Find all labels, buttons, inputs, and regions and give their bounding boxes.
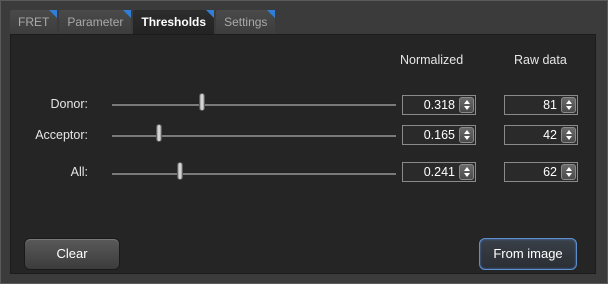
donor-normalized-spinbox[interactable]: 0.318	[402, 95, 476, 115]
donor-slider[interactable]	[112, 93, 396, 111]
slider-track	[112, 172, 396, 175]
tab-parameter[interactable]: Parameter	[59, 10, 132, 34]
all-raw-spinbox[interactable]: 62	[504, 162, 578, 182]
spinbox-value[interactable]: 81	[505, 96, 561, 114]
spin-arrows-icon[interactable]	[561, 127, 576, 143]
spin-arrows-icon[interactable]	[459, 164, 474, 180]
slider-thumb[interactable]	[199, 93, 206, 111]
tab-corner-icon	[206, 10, 215, 18]
acceptor-slider[interactable]	[112, 124, 396, 142]
slider-thumb[interactable]	[177, 162, 184, 180]
spinbox-value[interactable]: 0.165	[403, 126, 459, 144]
donor-label: Donor:	[50, 97, 88, 111]
spin-arrows-icon[interactable]	[459, 127, 474, 143]
normalized-column-header: Normalized	[400, 53, 464, 67]
spin-arrows-icon[interactable]	[459, 97, 474, 113]
tab-corner-icon	[267, 10, 276, 18]
spinbox-value[interactable]: 62	[505, 163, 561, 181]
spin-arrows-icon[interactable]	[561, 164, 576, 180]
slider-track	[112, 134, 396, 137]
spinbox-value[interactable]: 0.241	[403, 163, 459, 181]
tab-thresholds-label: Thresholds	[141, 15, 207, 29]
tab-parameter-label: Parameter	[67, 15, 124, 29]
spinbox-value[interactable]: 42	[505, 126, 561, 144]
slider-thumb[interactable]	[155, 124, 162, 142]
tab-thresholds[interactable]: Thresholds	[133, 10, 215, 34]
slider-track	[112, 103, 396, 106]
acceptor-raw-spinbox[interactable]: 42	[504, 125, 578, 145]
all-normalized-spinbox[interactable]: 0.241	[402, 162, 476, 182]
tab-fret[interactable]: FRET	[10, 10, 58, 34]
acceptor-normalized-spinbox[interactable]: 0.165	[402, 125, 476, 145]
donor-raw-spinbox[interactable]: 81	[504, 95, 578, 115]
all-slider[interactable]	[112, 162, 396, 180]
clear-button[interactable]: Clear	[24, 238, 120, 270]
acceptor-label: Acceptor:	[35, 128, 88, 142]
tab-bar: FRET Parameter Thresholds Settings	[10, 10, 277, 34]
spin-arrows-icon[interactable]	[561, 97, 576, 113]
spinbox-value[interactable]: 0.318	[403, 96, 459, 114]
tab-corner-icon	[49, 10, 58, 18]
tab-settings-label: Settings	[224, 15, 268, 29]
tab-corner-icon	[123, 10, 132, 18]
tab-fret-label: FRET	[18, 15, 50, 29]
from-image-button[interactable]: From image	[479, 238, 577, 270]
raw-data-column-header: Raw data	[514, 53, 567, 67]
tab-settings[interactable]: Settings	[216, 10, 276, 34]
all-label: All:	[70, 165, 88, 179]
